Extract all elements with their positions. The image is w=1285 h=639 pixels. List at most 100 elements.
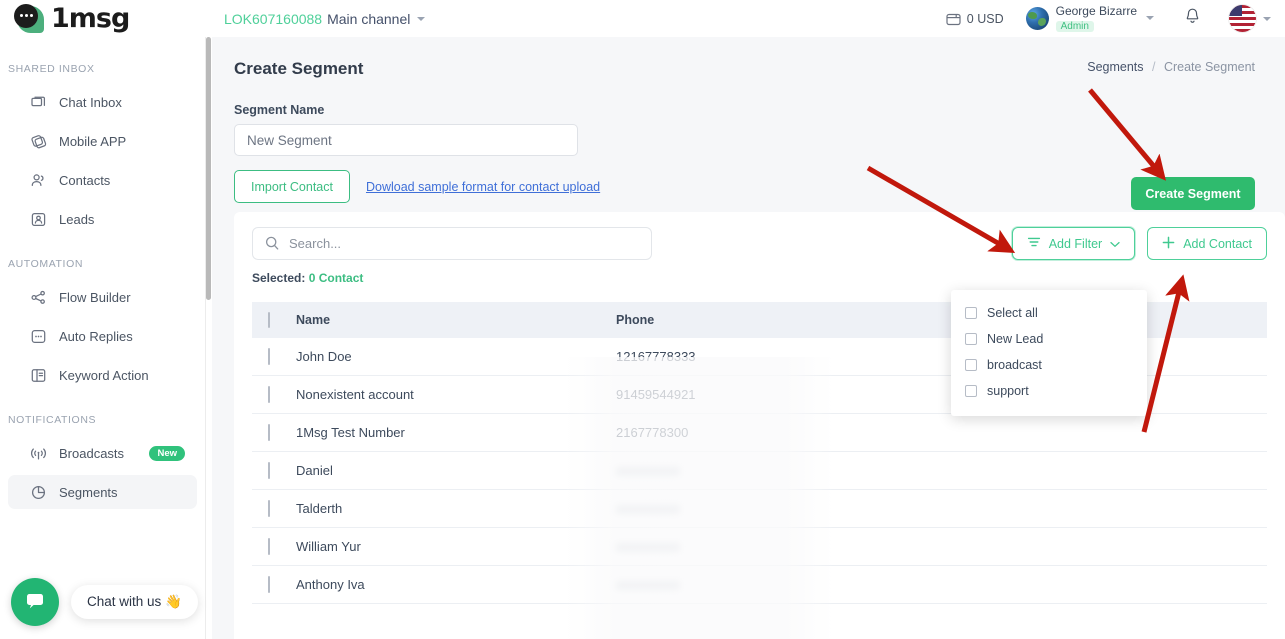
sidebar-item-segments[interactable]: Segments	[8, 475, 197, 509]
app-logo[interactable]: 1msg	[0, 0, 200, 37]
sidebar-item-chat-inbox[interactable]: Chat Inbox	[8, 85, 197, 119]
cell-name: Nonexistent account	[296, 387, 414, 402]
logo-wordmark: 1msg	[51, 3, 130, 34]
sidebar-scrollbar[interactable]	[206, 37, 211, 639]
sidebar-item-label: Keyword Action	[59, 367, 149, 383]
sidebar-group-label-shared-inbox: SHARED INBOX	[8, 63, 95, 75]
chevron-down-icon	[1146, 16, 1154, 21]
sidebar-item-label: Broadcasts	[59, 445, 125, 461]
filter-option-broadcast[interactable]: broadcast	[951, 352, 1147, 378]
cell-name: Anthony Iva	[296, 577, 365, 592]
sidebar-item-keyword-action[interactable]: Keyword Action	[8, 358, 197, 392]
sidebar-item-flow-builder[interactable]: Flow Builder	[8, 280, 197, 314]
selected-count-line: Selected: 0 Contact	[252, 271, 363, 285]
language-selector[interactable]	[1229, 5, 1271, 32]
redacted-phone: redacted	[616, 577, 667, 592]
cell-name: 1Msg Test Number	[296, 425, 405, 440]
row-select-checkbox[interactable]	[252, 576, 296, 593]
notifications-bell-button[interactable]	[1184, 7, 1201, 30]
segment-name-input[interactable]	[234, 124, 578, 156]
add-contact-button[interactable]: Add Contact	[1147, 227, 1267, 260]
filter-option-checkbox[interactable]	[965, 333, 977, 345]
filter-option-new-lead[interactable]: New Lead	[951, 326, 1147, 352]
create-segment-button[interactable]: Create Segment	[1131, 177, 1255, 210]
import-contact-button[interactable]: Import Contact	[234, 170, 350, 203]
filter-option-checkbox[interactable]	[965, 307, 977, 319]
sidebar-item-label: Leads	[59, 211, 95, 227]
wallet-balance[interactable]: 0 USD	[946, 12, 1004, 26]
filter-option-select-all[interactable]: Select all	[951, 300, 1147, 326]
sidebar-groups: SHARED INBOX Chat Inbox Mobile APP Contacts…	[0, 63, 205, 509]
redacted-phone: redacted	[616, 463, 667, 478]
chat-bubble-icon	[24, 589, 46, 616]
sidebar-item-contacts[interactable]: Contacts	[8, 163, 197, 197]
user-name: George Bizarre	[1055, 3, 1137, 18]
table-row[interactable]: Anthony Iva redacted	[252, 566, 1267, 604]
segments-icon	[30, 484, 47, 501]
cell-phone: redacted	[616, 539, 916, 554]
row-select-checkbox[interactable]	[252, 424, 296, 441]
filter-icon	[1027, 235, 1041, 252]
broadcasts-icon	[30, 445, 47, 462]
table-row[interactable]: Daniel redacted	[252, 452, 1267, 490]
header-actions: Import Contact Dowload sample format for…	[234, 170, 1255, 203]
sidebar-item-broadcasts[interactable]: Broadcasts New	[8, 436, 197, 470]
row-select-checkbox[interactable]	[252, 348, 296, 365]
row-select-checkbox[interactable]	[252, 386, 296, 403]
breadcrumb-separator: /	[1152, 60, 1156, 74]
selected-label: Selected:	[252, 271, 306, 285]
cell-phone: redacted	[616, 577, 916, 592]
sidebar-item-leads[interactable]: Leads	[8, 202, 197, 236]
panel-toolbar: Add Filter Add Contact Selected: 0 Conta…	[234, 212, 1285, 285]
filter-option-checkbox[interactable]	[965, 359, 977, 371]
page-header: Create Segment Segments / Create Segment…	[212, 37, 1285, 212]
breadcrumb: Segments / Create Segment	[1087, 60, 1255, 74]
selected-count: 0 Contact	[308, 271, 364, 285]
filter-option-support[interactable]: support	[951, 378, 1147, 404]
row-select-checkbox[interactable]	[252, 538, 296, 555]
breadcrumb-current: Create Segment	[1163, 60, 1255, 74]
download-sample-format-link[interactable]: Dowload sample format for contact upload	[366, 180, 600, 194]
sidebar-item-auto-replies[interactable]: Auto Replies	[8, 319, 197, 353]
sidebar-item-badge: New	[149, 445, 185, 461]
chat-launcher-button[interactable]	[11, 578, 59, 626]
sidebar-scrollbar-thumb[interactable]	[206, 37, 211, 300]
cell-phone: redacted	[616, 501, 916, 516]
chat-widget: Chat with us 👋	[11, 578, 198, 626]
row-select-checkbox[interactable]	[252, 500, 296, 517]
table-row[interactable]: 1Msg Test Number 2167778300	[252, 414, 1267, 452]
filter-option-label: broadcast	[987, 358, 1042, 372]
sidebar-item-mobile-app[interactable]: Mobile APP	[8, 124, 197, 158]
table-row[interactable]: Talderth redacted	[252, 490, 1267, 528]
row-select-checkbox[interactable]	[252, 462, 296, 479]
sidebar-item-label: Mobile APP	[59, 133, 127, 149]
cell-name: John Doe	[296, 349, 352, 364]
channel-selector[interactable]: LOK607160088 Main channel	[224, 10, 426, 27]
wallet-icon	[946, 12, 961, 26]
add-filter-label: Add Filter	[1048, 236, 1103, 251]
top-bar: 1msg LOK607160088 Main channel 0 USD Geo…	[0, 0, 1285, 37]
main-content: Create Segment Segments / Create Segment…	[212, 37, 1285, 639]
cell-phone: 91459544921	[616, 387, 696, 402]
sidebar-item-label: Flow Builder	[59, 289, 131, 305]
select-all-checkbox[interactable]	[252, 312, 296, 328]
user-menu[interactable]: George Bizarre Admin	[1025, 3, 1154, 33]
add-filter-button[interactable]: Add Filter	[1011, 227, 1136, 260]
table-row[interactable]: William Yur redacted	[252, 528, 1267, 566]
filter-option-checkbox[interactable]	[965, 385, 977, 397]
logo-mark-icon	[14, 2, 48, 36]
mobile-app-icon	[30, 133, 47, 150]
toolbar-actions: Add Filter Add Contact	[1011, 227, 1267, 260]
plus-icon	[1162, 236, 1175, 252]
chat-greeting-bubble[interactable]: Chat with us 👋	[71, 585, 198, 619]
redacted-phone: redacted	[616, 501, 667, 516]
sidebar-group-label-automation: AUTOMATION	[8, 258, 84, 270]
chat-greeting-text: Chat with us 👋	[87, 594, 182, 609]
breadcrumb-segments-link[interactable]: Segments	[1087, 60, 1143, 74]
search-input[interactable]	[252, 227, 652, 260]
leads-icon	[30, 211, 47, 228]
channel-name: Main channel	[327, 10, 411, 27]
keyword-action-icon	[30, 367, 47, 384]
us-flag-icon	[1229, 5, 1256, 32]
cell-name: Daniel	[296, 463, 333, 478]
